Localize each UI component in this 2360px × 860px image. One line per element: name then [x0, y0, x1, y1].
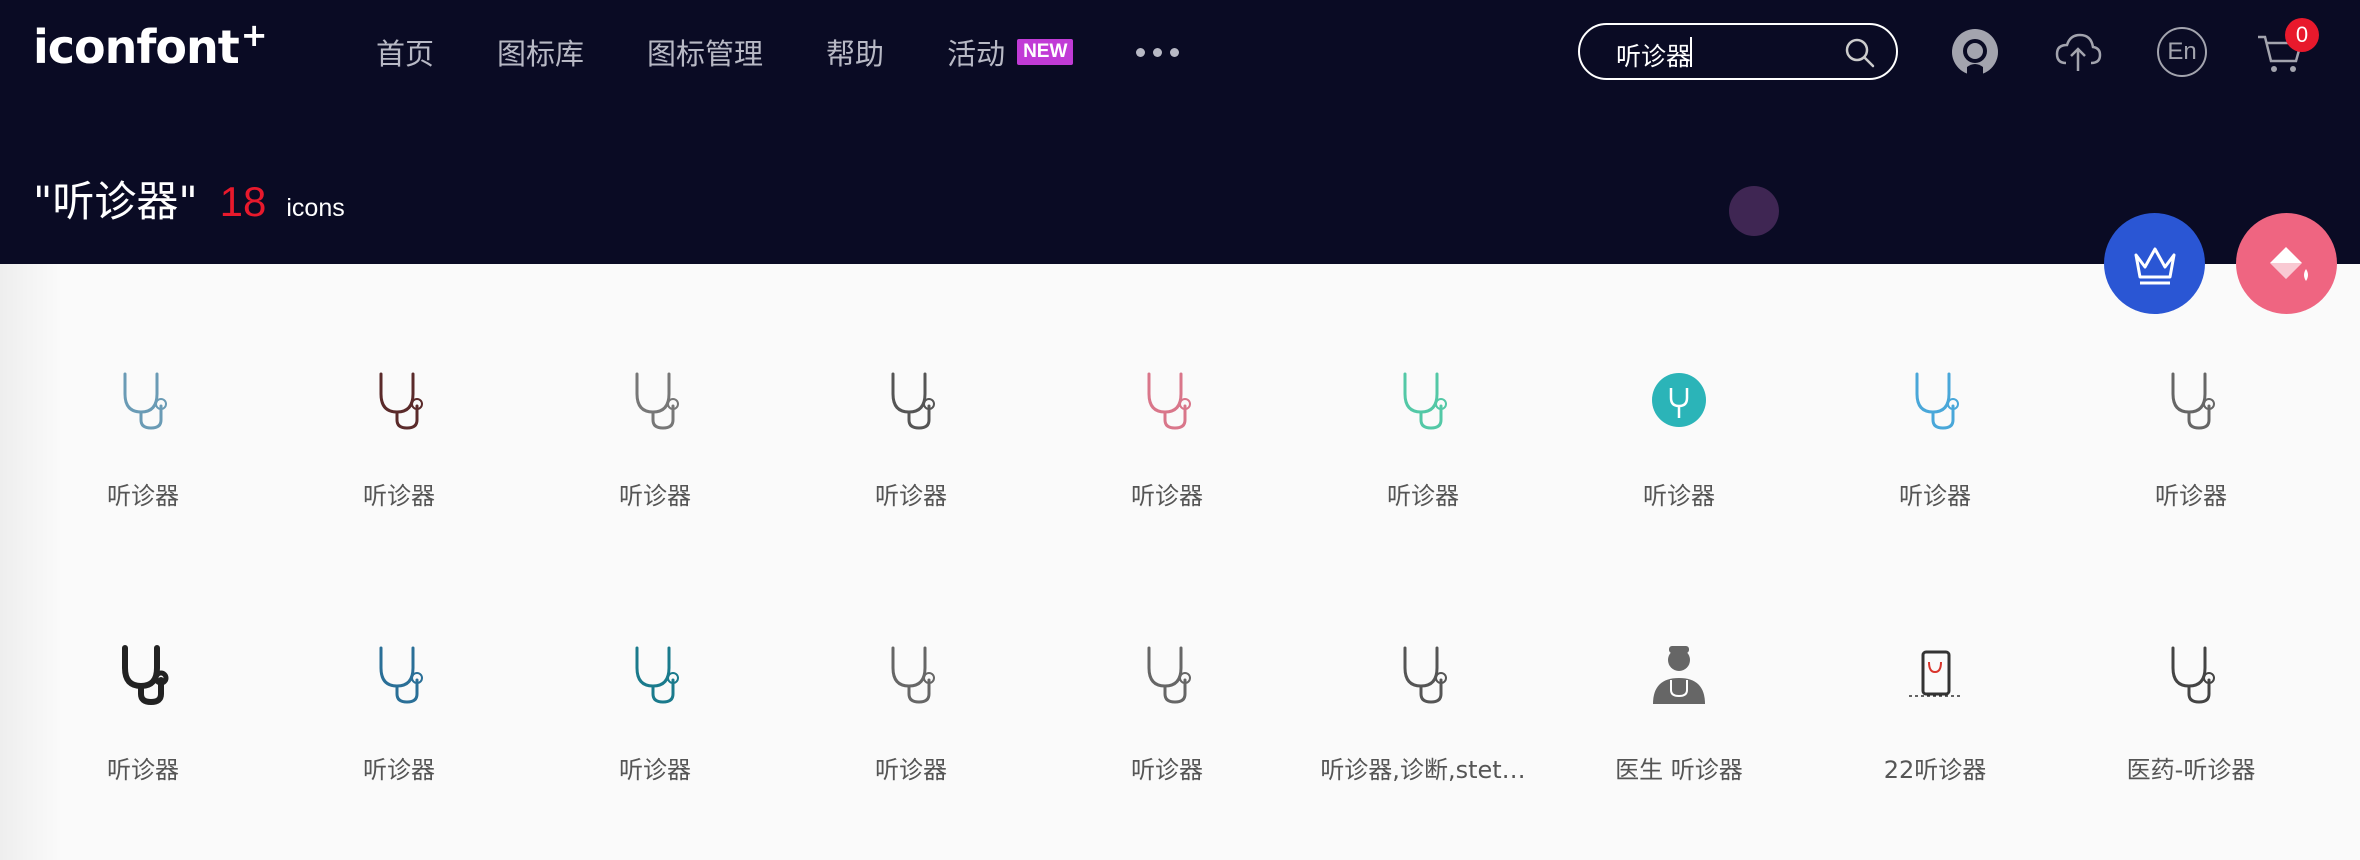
icon-card[interactable]: 医药-听诊器: [2063, 538, 2319, 784]
result-query: "听诊器": [33, 177, 198, 226]
stethoscope-icon: [379, 372, 423, 430]
icon-label: 听诊器: [1131, 482, 1203, 510]
stethoscope-bold-icon: [122, 645, 169, 706]
icon-label: 医药-听诊器: [2126, 756, 2256, 784]
icon-card[interactable]: 听诊器: [271, 264, 527, 510]
logo[interactable]: iconfont+: [33, 16, 268, 74]
doctor-icon: [1653, 646, 1705, 704]
icon-card[interactable]: 听诊器: [271, 538, 527, 784]
icon-label: 听诊器,诊断,stet…: [1320, 756, 1526, 784]
search-input[interactable]: 听诊器: [1616, 37, 1691, 73]
icon-card[interactable]: 听诊器: [1551, 264, 1807, 510]
nav-activity[interactable]: 活动 NEW: [947, 31, 1074, 73]
icon-card[interactable]: 听诊器: [783, 264, 1039, 510]
more-icon[interactable]: [1136, 47, 1180, 57]
icon-card[interactable]: 听诊器,诊断,stet…: [1295, 538, 1551, 784]
icon-label: 听诊器: [1131, 756, 1203, 784]
icon-card[interactable]: 听诊器: [1807, 264, 2063, 510]
icon-card[interactable]: 22听诊器: [1807, 538, 2063, 784]
stethoscope-icon: [379, 646, 423, 704]
nav-icon-management[interactable]: 图标管理: [647, 31, 763, 73]
stethoscope-circle-icon: [1652, 373, 1706, 427]
icon-label: 22听诊器: [1883, 756, 1987, 784]
search-box[interactable]: 听诊器: [1578, 23, 1898, 80]
upload-icon[interactable]: [2053, 27, 2103, 77]
icon-label: 听诊器: [107, 756, 179, 784]
stethoscope-icon: [2171, 646, 2215, 704]
language-toggle[interactable]: En: [2157, 27, 2207, 77]
icon-label: 听诊器: [619, 756, 691, 784]
icon-card[interactable]: 听诊器: [15, 264, 271, 510]
icon-label: 听诊器: [107, 482, 179, 510]
icon-label: 听诊器: [2155, 482, 2227, 510]
result-unit: icons: [286, 194, 345, 222]
phone-stethoscope-icon: [1909, 650, 1961, 697]
icon-card[interactable]: 听诊器: [15, 538, 271, 784]
stethoscope-icon: [1915, 372, 1959, 430]
icon-card[interactable]: 听诊器: [2063, 264, 2319, 510]
icon-label: 听诊器: [875, 482, 947, 510]
stethoscope-icon: [891, 372, 935, 430]
stethoscope-icon: [123, 372, 167, 430]
icon-label: 听诊器: [363, 756, 435, 784]
header-bar: iconfont+ 首页 图标库 图标管理 帮助 活动 NEW 听诊器 En 0 …: [0, 0, 2360, 264]
nav-home[interactable]: 首页: [376, 31, 434, 73]
icon-label: 听诊器: [1643, 482, 1715, 510]
icon-card[interactable]: 听诊器: [1039, 538, 1295, 784]
stethoscope-icon: [1403, 372, 1447, 430]
search-result-title: "听诊器" 18 icons: [33, 168, 345, 229]
icon-card[interactable]: 听诊器: [783, 538, 1039, 784]
search-icon[interactable]: [1844, 37, 1876, 69]
icon-label: 听诊器: [1387, 482, 1459, 510]
new-badge: NEW: [1017, 39, 1074, 65]
github-icon[interactable]: [1950, 27, 2000, 77]
stethoscope-icon: [1147, 372, 1191, 430]
icon-label: 医生 听诊器: [1615, 756, 1743, 784]
stethoscope-icon: [1403, 646, 1447, 704]
text-caret: [1690, 37, 1692, 67]
icon-label: 听诊器: [875, 756, 947, 784]
icon-card[interactable]: 听诊器: [1295, 264, 1551, 510]
nav-help[interactable]: 帮助: [826, 31, 884, 73]
icon-label: 听诊器: [1899, 482, 1971, 510]
icon-label: 听诊器: [619, 482, 691, 510]
cart-count-badge: 0: [2285, 18, 2319, 52]
stethoscope-icon: [1147, 646, 1191, 704]
stethoscope-icon: [635, 646, 679, 704]
nav-icon-library[interactable]: 图标库: [497, 31, 584, 73]
result-count: 18: [219, 178, 267, 225]
icon-card[interactable]: 听诊器: [1039, 264, 1295, 510]
icon-card[interactable]: 听诊器: [527, 538, 783, 784]
icon-card[interactable]: 听诊器: [527, 264, 783, 510]
icon-card[interactable]: 医生 听诊器: [1551, 538, 1807, 784]
main-nav: 首页 图标库 图标管理 帮助 活动 NEW: [376, 26, 1242, 78]
icon-label: 听诊器: [363, 482, 435, 510]
stethoscope-icon: [2171, 372, 2215, 430]
stethoscope-icon: [891, 646, 935, 704]
decorative-dot: [1729, 186, 1779, 236]
stethoscope-icon: [635, 372, 679, 430]
